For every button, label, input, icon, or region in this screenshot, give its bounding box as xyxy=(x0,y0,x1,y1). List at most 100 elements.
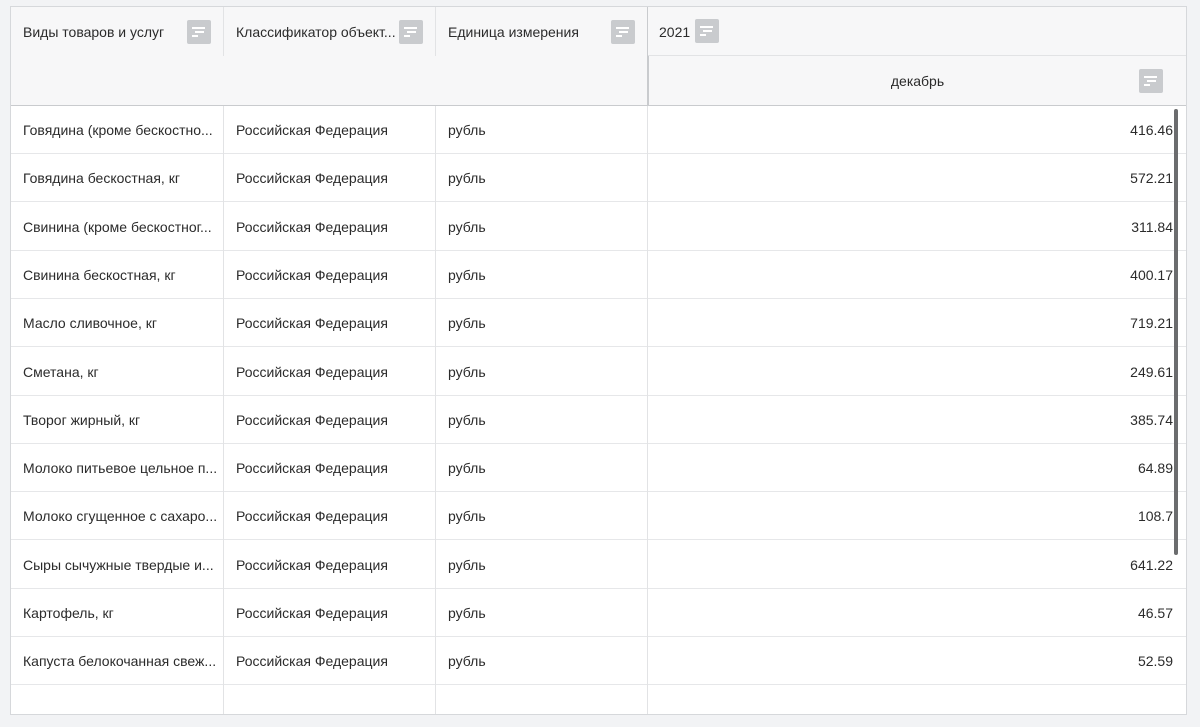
cell-value[interactable]: 385.74 xyxy=(648,396,1173,444)
table-row[interactable]: Масло сливочное, кг Российская Федерация р… xyxy=(11,299,1186,348)
cell-unit-text: рубль xyxy=(448,363,486,380)
cell-value[interactable]: 572.21 xyxy=(648,154,1173,202)
cell-unit[interactable]: рубль xyxy=(436,637,647,685)
header-month-label: декабрь xyxy=(890,73,945,89)
cell-region[interactable]: Российская Федерация xyxy=(224,396,435,444)
cell-goods-type-text: Говядина (кроме бескостно... xyxy=(23,122,213,138)
vertical-scrollbar[interactable] xyxy=(1174,109,1178,555)
cell-goods-type-text: Картофель, кг xyxy=(23,605,114,621)
cell-goods-type[interactable]: Молоко питьевое цельное п... xyxy=(11,444,223,492)
cell-value[interactable]: 311.84 xyxy=(648,203,1173,251)
cell-value[interactable]: 400.17 xyxy=(648,251,1173,299)
cell-region[interactable]: Российская Федерация xyxy=(224,106,435,154)
header-object-classifier-label: Классификатор объект... xyxy=(236,24,396,40)
table-row[interactable]: Говядина (кроме бескостно... Российская Ф… xyxy=(11,106,1186,154)
cell-value[interactable]: 641.22 xyxy=(648,541,1173,589)
cell-goods-type[interactable]: Картофель, кг xyxy=(11,589,223,637)
sort-filter-icon[interactable] xyxy=(695,19,719,43)
cell-region-text: Российская Федерация xyxy=(236,315,388,332)
cell-region[interactable]: Российская Федерация xyxy=(224,637,435,685)
cell-value-text: 385.74 xyxy=(1130,411,1173,428)
cell-unit[interactable]: рубль xyxy=(436,203,647,251)
cell-region-text: Российская Федерация xyxy=(236,266,388,283)
table-row[interactable]: Молоко питьевое цельное п... Российская Ф… xyxy=(11,444,1186,493)
cell-goods-type[interactable]: Масло сливочное, кг xyxy=(11,299,223,347)
cell-goods-type-text: Молоко сгущенное с сахаро... xyxy=(23,508,218,525)
cell-value-text: 572.21 xyxy=(1130,170,1173,187)
cell-goods-type[interactable]: Говядина (кроме бескостно... xyxy=(11,106,223,154)
data-table: Виды товаров и услуг Классификатор объек… xyxy=(10,6,1187,715)
cell-unit-text: рубль xyxy=(448,218,486,235)
cell-value-text: 108.7 xyxy=(1137,508,1173,525)
cell-region-text: Российская Федерация xyxy=(236,508,388,525)
header-unit[interactable]: Единица измерения xyxy=(436,7,616,57)
cell-region[interactable]: Российская Федерация xyxy=(224,348,435,396)
table-header: Виды товаров и услуг Классификатор объек… xyxy=(11,7,1186,106)
cell-region[interactable]: Российская Федерация xyxy=(224,154,435,202)
cell-goods-type-text: Сыры сычужные твердые и... xyxy=(23,556,214,573)
cell-region[interactable]: Российская Федерация xyxy=(224,444,435,492)
table-row[interactable]: Творог жирный, кг Российская Федерация руб… xyxy=(11,396,1186,444)
cell-value-text: 641.22 xyxy=(1130,556,1173,573)
sort-filter-icon[interactable] xyxy=(399,20,423,44)
table-row[interactable]: Свинина (кроме бескостног... Российская Ф… xyxy=(11,203,1186,251)
cell-unit[interactable]: рубль xyxy=(436,106,647,154)
cell-goods-type-text: Капуста белокочанная свеж... xyxy=(23,653,217,670)
table-row[interactable]: Говядина бескостная, кг Российская Федера… xyxy=(11,154,1186,203)
table-row[interactable]: Картофель, кг Российская Федерация рубль 46… xyxy=(11,589,1186,637)
table-row[interactable]: Сыры сычужные твердые и... Российская Фед… xyxy=(11,541,1186,589)
cell-goods-type-text: Говядина бескостная, кг xyxy=(23,170,180,187)
cell-unit[interactable]: рубль xyxy=(436,589,647,637)
cell-region[interactable]: Российская Федерация xyxy=(224,203,435,251)
cell-unit[interactable]: рубль xyxy=(436,348,647,396)
cell-region[interactable]: Российская Федерация xyxy=(224,251,435,299)
header-object-classifier[interactable]: Классификатор объект... xyxy=(224,7,404,57)
cell-goods-type[interactable]: Свинина бескостная, кг xyxy=(11,251,223,299)
cell-goods-type[interactable]: Свинина (кроме бескостног... xyxy=(11,203,223,251)
cell-value-text: 719.21 xyxy=(1130,315,1173,332)
cell-unit-text: рубль xyxy=(448,266,486,283)
cell-goods-type[interactable]: Творог жирный, кг xyxy=(11,396,223,444)
cell-value[interactable]: 249.61 xyxy=(648,348,1173,396)
table-row[interactable]: Молоко сгущенное с сахаро... Российская Ф… xyxy=(11,492,1186,541)
cell-unit[interactable]: рубль xyxy=(436,251,647,299)
table-row[interactable]: Капуста белокочанная свеж... Российская Ф… xyxy=(11,637,1186,686)
table-row[interactable]: Сметана, кг Российская Федерация рубль 249.… xyxy=(11,348,1186,396)
cell-value[interactable]: 719.21 xyxy=(648,299,1173,347)
cell-goods-type-text: Молоко питьевое цельное п... xyxy=(23,460,218,477)
sort-filter-icon[interactable] xyxy=(187,20,211,44)
cell-value[interactable]: 52.59 xyxy=(648,637,1173,685)
cell-value[interactable]: 64.89 xyxy=(648,444,1173,492)
cell-value[interactable]: 46.57 xyxy=(648,589,1173,637)
cell-region-text: Российская Федерация xyxy=(236,653,388,670)
cell-region[interactable]: Российская Федерация xyxy=(224,589,435,637)
cell-goods-type-text: Сметана, кг xyxy=(23,363,99,380)
cell-goods-type[interactable]: Сметана, кг xyxy=(11,348,223,396)
cell-goods-type[interactable]: Капуста белокочанная свеж... xyxy=(11,637,223,685)
column-divider xyxy=(223,106,224,714)
cell-region[interactable]: Российская Федерация xyxy=(224,492,435,540)
cell-region[interactable]: Российская Федерация xyxy=(224,541,435,589)
header-year[interactable]: 2021 xyxy=(648,7,1186,56)
sort-filter-icon[interactable] xyxy=(1139,69,1163,93)
cell-unit[interactable]: рубль xyxy=(436,492,647,540)
cell-value[interactable]: 416.46 xyxy=(648,106,1173,154)
header-year-label: 2021 xyxy=(659,24,691,40)
sort-filter-icon[interactable] xyxy=(611,20,635,44)
cell-goods-type[interactable]: Молоко сгущенное с сахаро... xyxy=(11,492,223,540)
cell-goods-type-text: Творог жирный, кг xyxy=(23,411,141,428)
header-month[interactable]: декабрь xyxy=(648,56,1186,105)
table-row[interactable]: Свинина бескостная, кг Российская Федерац… xyxy=(11,251,1186,299)
cell-goods-type-text: Свинина (кроме бескостног... xyxy=(23,218,212,235)
cell-unit[interactable]: рубль xyxy=(436,541,647,589)
cell-goods-type[interactable]: Сыры сычужные твердые и... xyxy=(11,541,223,589)
cell-region-text: Российская Федерация xyxy=(236,218,388,235)
cell-unit[interactable]: рубль xyxy=(436,396,647,444)
cell-unit[interactable]: рубль xyxy=(436,154,647,202)
cell-value[interactable]: 108.7 xyxy=(648,492,1173,540)
cell-unit[interactable]: рубль xyxy=(436,299,647,347)
cell-unit-text: рубль xyxy=(448,556,486,573)
cell-unit[interactable]: рубль xyxy=(436,444,647,492)
cell-goods-type[interactable]: Говядина бескостная, кг xyxy=(11,154,223,202)
cell-region[interactable]: Российская Федерация xyxy=(224,299,435,347)
